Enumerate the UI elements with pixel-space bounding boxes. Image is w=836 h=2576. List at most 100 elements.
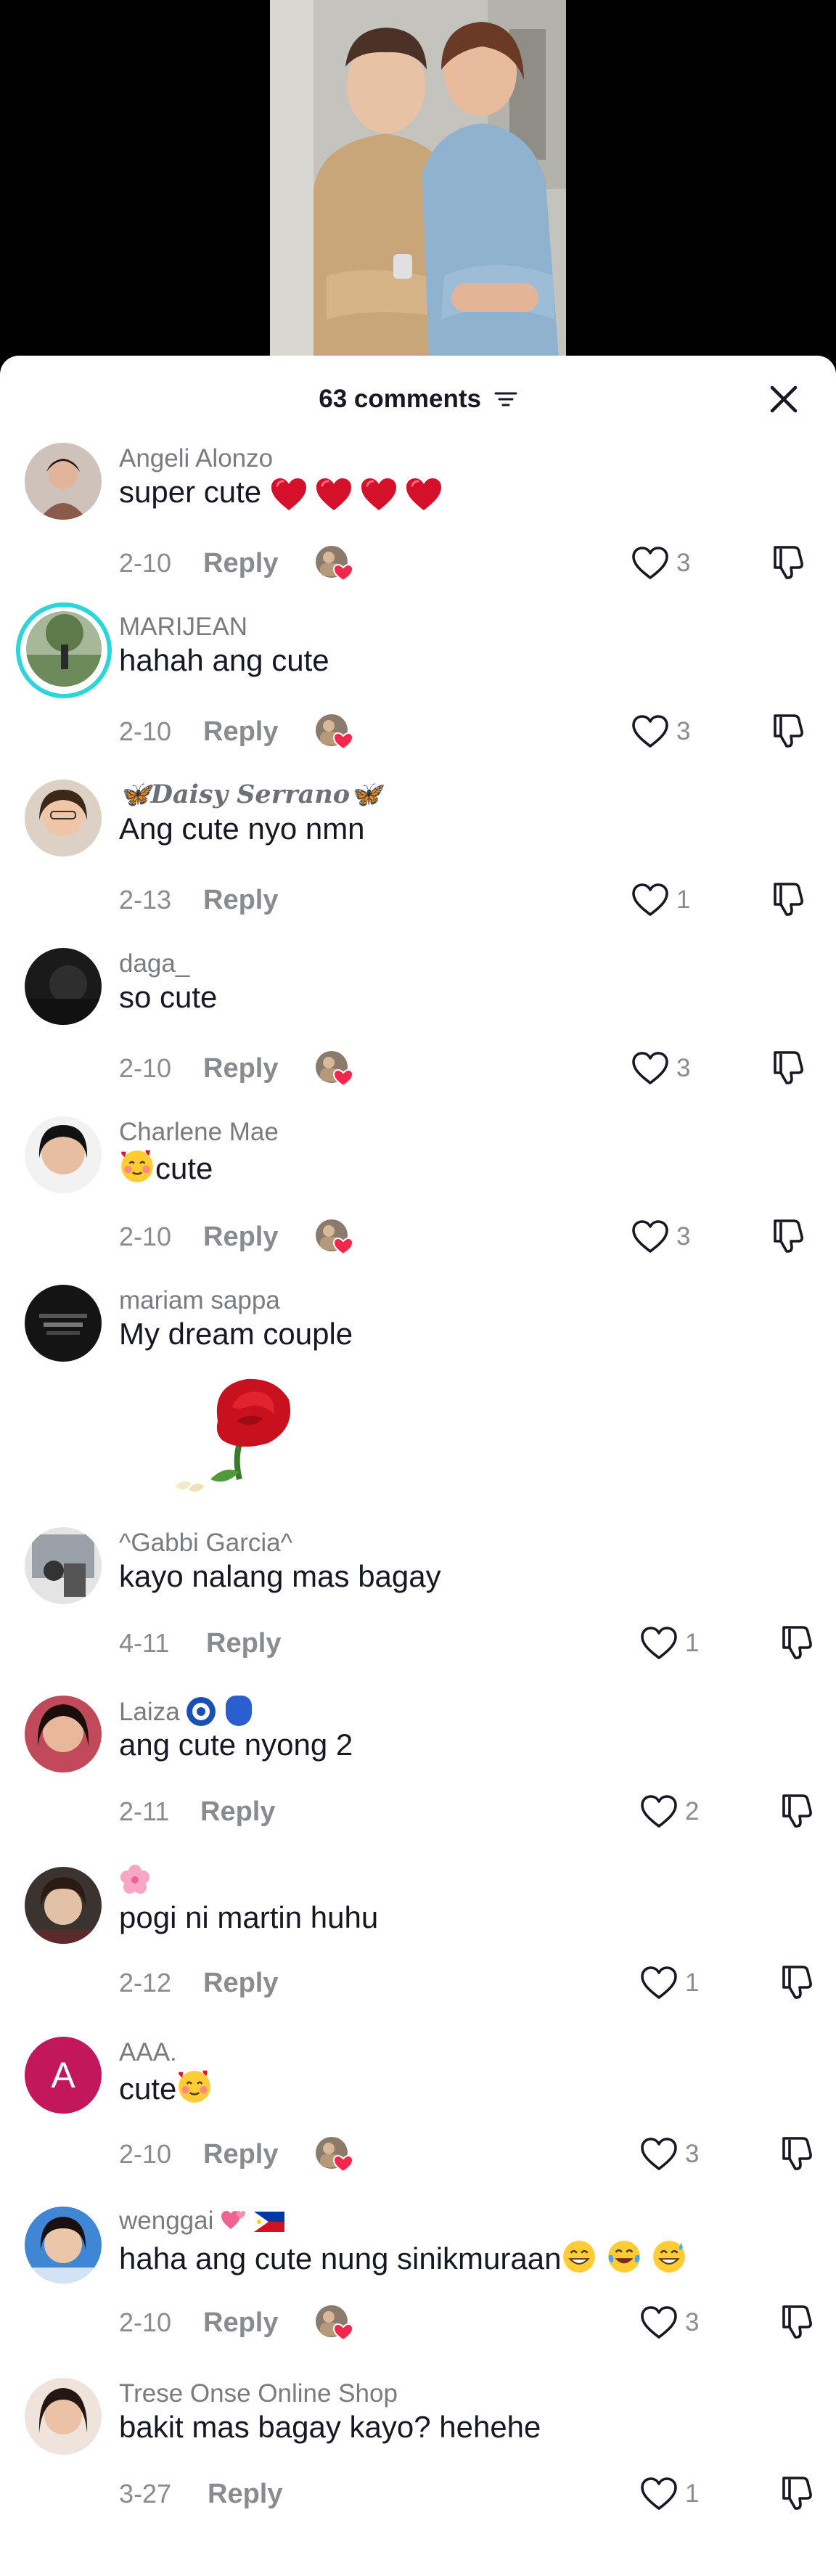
reply-button[interactable]: Reply	[203, 2139, 278, 2170]
sort-icon[interactable]	[494, 391, 517, 408]
reply-button[interactable]: Reply	[203, 885, 278, 916]
creator-liked-icon	[314, 544, 355, 582]
heart-outline-icon[interactable]	[640, 2477, 678, 2511]
like-button[interactable]: 3	[631, 1050, 698, 1087]
heart-outline-icon[interactable]	[640, 1626, 678, 1661]
two-hearts-icon	[221, 2207, 247, 2240]
like-button[interactable]: 3	[631, 1218, 698, 1256]
comment-username[interactable]: 🦋Daisy Serrano🦋	[119, 780, 382, 809]
like-count: 3	[676, 717, 691, 745]
close-icon[interactable]	[766, 382, 801, 417]
like-button[interactable]: 2	[640, 1793, 707, 1831]
avatar[interactable]	[25, 1527, 102, 1604]
comment-username[interactable]: mariam sappa	[119, 1286, 280, 1315]
red-rose-sticker[interactable]	[167, 1370, 319, 1494]
comment-date: 2-13	[119, 885, 172, 915]
thumbs-down-icon[interactable]	[778, 2474, 816, 2511]
comment-username[interactable]: AAA.	[119, 2038, 177, 2067]
reply-button[interactable]: Reply	[208, 2479, 282, 2510]
comment-text: cute	[119, 1148, 213, 1186]
avatar[interactable]	[26, 611, 102, 687]
heart-outline-icon[interactable]	[631, 1219, 669, 1254]
comment-meta: 4-11 Reply	[119, 1627, 281, 1659]
reply-button[interactable]: Reply	[203, 548, 278, 579]
like-button[interactable]: 3	[640, 2135, 707, 2173]
thumbs-down-icon[interactable]	[769, 1217, 807, 1254]
comment-username[interactable]: wenggai	[119, 2207, 284, 2240]
comment-username[interactable]: Charlene Mae	[119, 1118, 279, 1147]
thumbs-down-icon[interactable]	[769, 880, 807, 917]
comment-username[interactable]: daga_	[119, 949, 189, 978]
grinning-face-emoji	[561, 2238, 597, 2275]
like-count: 1	[685, 1968, 700, 1997]
heart-outline-icon[interactable]	[640, 1966, 678, 2000]
comment-meta: 2-11 Reply	[119, 1796, 275, 1828]
comment-meta: 2-10 Reply	[119, 2138, 355, 2170]
avatar[interactable]	[25, 443, 102, 520]
avatar[interactable]	[25, 1867, 102, 1944]
comment-username[interactable]: ^Gabbi Garcia^	[119, 1529, 292, 1558]
reply-button[interactable]: Reply	[203, 1053, 278, 1084]
avatar[interactable]	[25, 1285, 102, 1362]
comment-username[interactable]	[119, 1864, 151, 1896]
comment-date: 4-11	[119, 1628, 170, 1658]
thumbs-down-icon[interactable]	[778, 1791, 816, 1829]
heart-outline-icon[interactable]	[640, 2137, 678, 2172]
comment-text: so cute	[119, 980, 218, 1014]
video-thumbnail[interactable]	[270, 0, 566, 377]
like-button[interactable]: 1	[640, 2475, 707, 2513]
avatar[interactable]	[25, 2378, 102, 2455]
red-heart-emoji	[270, 477, 308, 512]
heart-outline-icon[interactable]	[640, 1794, 678, 1829]
like-button[interactable]: 1	[640, 1624, 707, 1662]
reply-button[interactable]: Reply	[200, 1796, 275, 1828]
reply-button[interactable]: Reply	[203, 1968, 278, 1999]
comment-username[interactable]: Laiza	[119, 1696, 253, 1727]
comments-header: 63 comments	[0, 356, 836, 431]
creator-liked-icon	[314, 1218, 355, 1256]
thumbs-down-icon[interactable]	[769, 543, 807, 581]
avatar[interactable]	[25, 1116, 102, 1193]
comment-meta: 3-27 Reply	[119, 2478, 282, 2510]
video-image	[270, 0, 566, 377]
comment-username[interactable]: MARIJEAN	[119, 613, 247, 642]
like-button[interactable]: 3	[631, 713, 698, 751]
avatar[interactable]	[25, 948, 102, 1025]
smiling-face-hearts-emoji	[119, 1148, 155, 1185]
comment-username[interactable]: Trese Onse Online Shop	[119, 2379, 398, 2408]
comment-text: hahah ang cute	[119, 643, 329, 677]
heart-outline-icon[interactable]	[640, 2305, 678, 2340]
reply-button[interactable]: Reply	[203, 716, 278, 748]
thumbs-down-icon[interactable]	[778, 1623, 816, 1661]
avatar[interactable]	[25, 780, 102, 856]
comment-meta: 2-10 Reply	[119, 1221, 355, 1253]
creator-liked-icon	[314, 1050, 355, 1087]
heart-outline-icon[interactable]	[631, 1051, 669, 1086]
reply-button[interactable]: Reply	[206, 1628, 281, 1659]
thumbs-down-icon[interactable]	[778, 2302, 816, 2340]
comment-date: 2-10	[119, 2139, 172, 2169]
avatar[interactable]: A	[25, 2037, 102, 2114]
reply-button[interactable]: Reply	[203, 1222, 278, 1253]
thumbs-down-icon[interactable]	[778, 1963, 816, 2000]
comment-count-button[interactable]: 63 comments	[0, 383, 836, 414]
red-heart-emoji	[360, 477, 398, 512]
video-player[interactable]	[0, 0, 836, 377]
thumbs-down-icon[interactable]	[769, 711, 807, 749]
like-button[interactable]: 3	[640, 2304, 707, 2342]
heart-outline-icon[interactable]	[631, 883, 669, 917]
like-button[interactable]: 1	[640, 1964, 707, 2002]
heart-outline-icon[interactable]	[631, 714, 669, 749]
avatar[interactable]	[25, 2207, 102, 2283]
thumbs-down-icon[interactable]	[778, 2134, 816, 2172]
avatar[interactable]	[25, 1696, 102, 1772]
reply-button[interactable]: Reply	[203, 2307, 278, 2339]
like-button[interactable]: 1	[631, 881, 698, 919]
heart-outline-icon[interactable]	[631, 546, 669, 581]
creator-liked-icon	[314, 2304, 355, 2342]
like-button[interactable]: 3	[631, 544, 698, 582]
like-count: 1	[685, 2479, 700, 2508]
nazar-amulet-icon	[187, 1697, 216, 1726]
thumbs-down-icon[interactable]	[769, 1048, 807, 1086]
comment-username[interactable]: Angeli Alonzo	[119, 444, 273, 473]
